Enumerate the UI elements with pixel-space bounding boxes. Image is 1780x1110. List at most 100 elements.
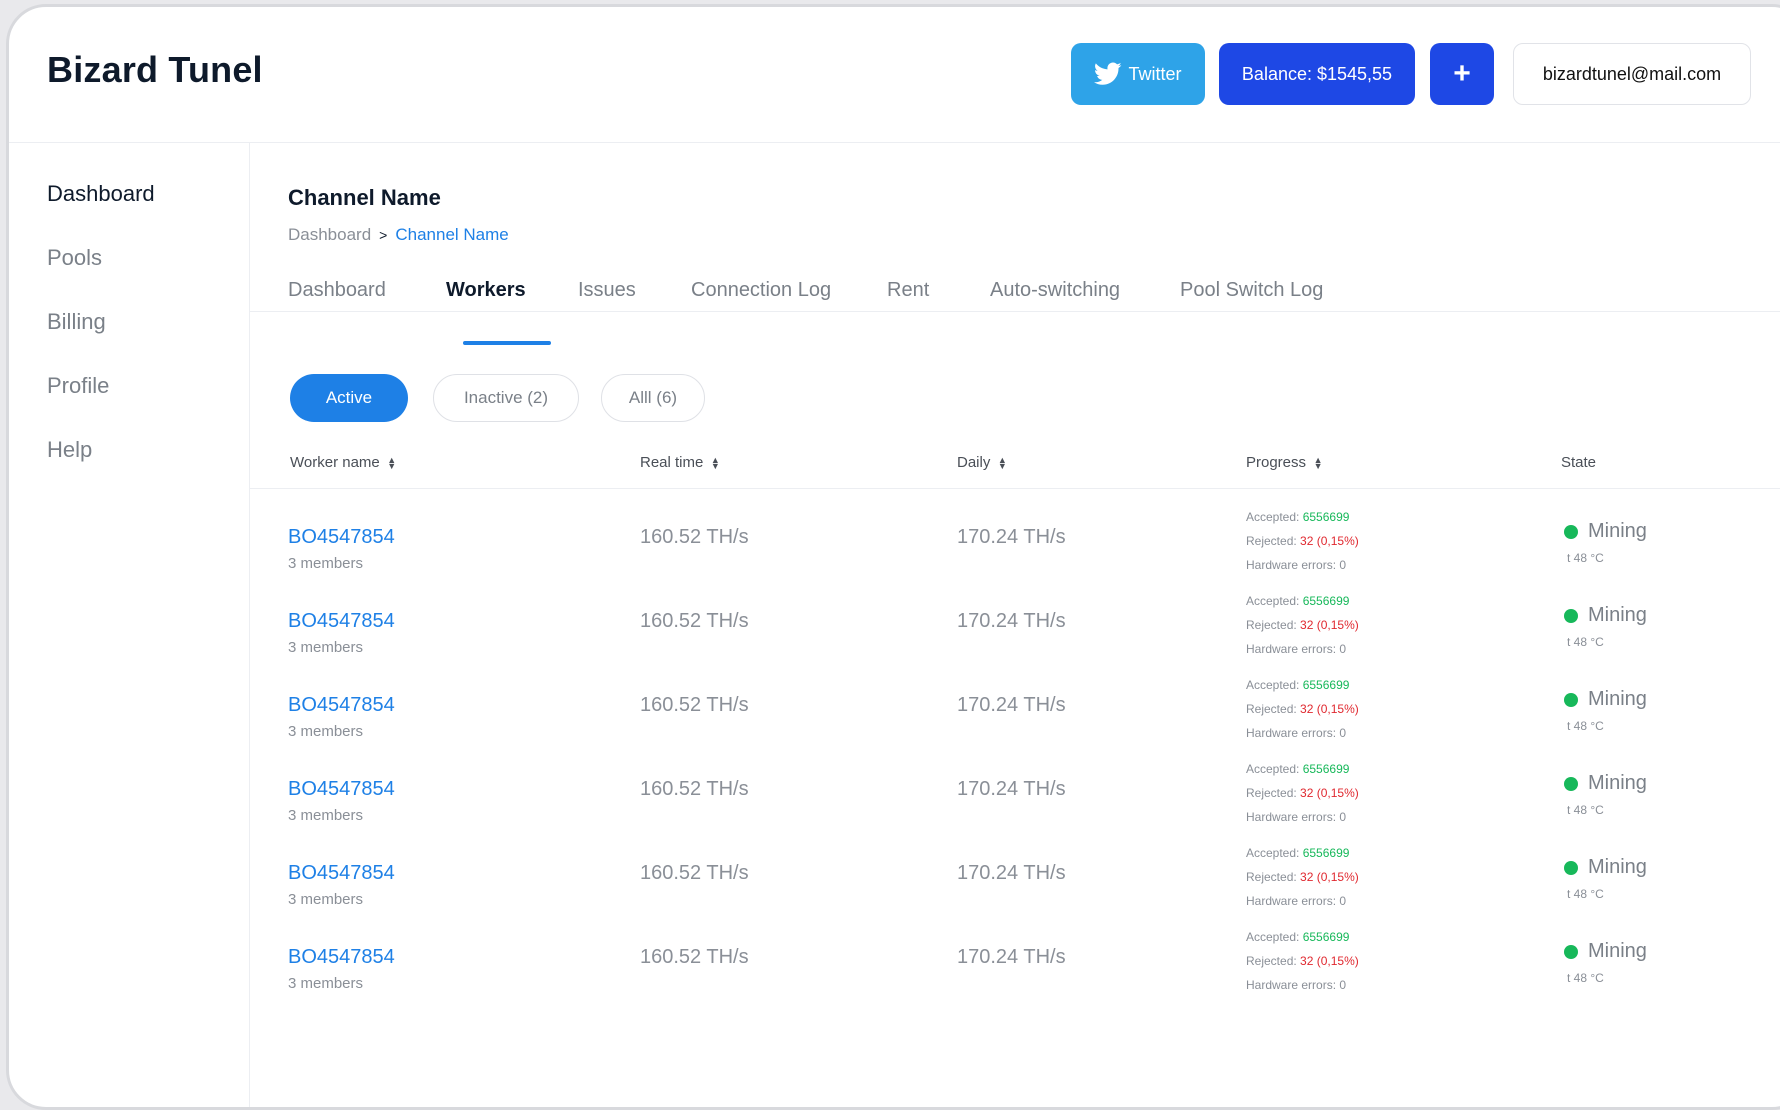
column-header-real-time[interactable]: Real time ▲ ▼ — [640, 454, 720, 471]
daily-hashrate: 170.24 TH/s — [957, 610, 1066, 632]
accepted-label: Accepted: — [1246, 930, 1303, 944]
table-row: BO4547854 3 members 160.52 TH/s 170.24 T… — [250, 495, 1780, 579]
app-window: Bizard Tunel Twitter Balance: $1545,55 +… — [6, 4, 1780, 1110]
rejected-label: Rejected: — [1246, 534, 1301, 548]
column-header-progress[interactable]: Progress ▲ ▼ — [1246, 454, 1323, 471]
status-dot-icon — [1564, 776, 1578, 791]
main-content: Channel Name Dashboard > Channel Name Da… — [250, 143, 1780, 1107]
state-label: Mining — [1588, 604, 1647, 626]
worker-members: 3 members — [288, 975, 364, 992]
status-dot-icon — [1564, 608, 1578, 623]
table-row: BO4547854 3 members 160.52 TH/s 170.24 T… — [250, 579, 1780, 663]
sidebar-item-dashboard[interactable]: Dashboard — [47, 181, 155, 207]
progress-stats: Accepted: 6556699 Rejected: 32 (0,15%) H… — [1246, 841, 1359, 913]
worker-state: Mining — [1564, 520, 1647, 543]
hardware-errors: Hardware errors: 0 — [1246, 726, 1347, 740]
worker-temperature: t 48 °C — [1567, 719, 1604, 733]
table-row: BO4547854 3 members 160.52 TH/s 170.24 T… — [250, 747, 1780, 831]
progress-stats: Accepted: 6556699 Rejected: 32 (0,15%) H… — [1246, 673, 1359, 745]
breadcrumb-root[interactable]: Dashboard — [288, 225, 371, 245]
worker-name-link[interactable]: BO4547854 — [288, 610, 395, 633]
rejected-value: 32 (0,15%) — [1300, 702, 1359, 716]
filter-inactive-button[interactable]: Inactive (2) — [433, 374, 579, 422]
state-label: Mining — [1588, 940, 1647, 962]
sidebar-item-help[interactable]: Help — [47, 437, 92, 463]
accepted-label: Accepted: — [1246, 762, 1303, 776]
worker-temperature: t 48 °C — [1567, 803, 1604, 817]
twitter-bird-icon — [1094, 62, 1123, 85]
progress-stats: Accepted: 6556699 Rejected: 32 (0,15%) H… — [1246, 589, 1359, 661]
rejected-value: 32 (0,15%) — [1300, 786, 1359, 800]
column-header-label: Real time — [640, 454, 704, 471]
rejected-label: Rejected: — [1246, 954, 1301, 968]
column-header-label: State — [1561, 454, 1597, 471]
status-dot-icon — [1564, 944, 1578, 959]
accepted-label: Accepted: — [1246, 846, 1303, 860]
sort-icon[interactable]: ▲ ▼ — [710, 455, 720, 470]
daily-hashrate: 170.24 TH/s — [957, 694, 1066, 716]
sort-icon[interactable]: ▲ ▼ — [1313, 455, 1323, 470]
account-email-button[interactable]: bizardtunel@mail.com — [1513, 43, 1751, 105]
tab-issues[interactable]: Issues — [578, 279, 636, 302]
filter-active-button[interactable]: Active — [290, 374, 408, 422]
app-logo: Bizard Tunel — [47, 49, 263, 90]
worker-members: 3 members — [288, 639, 364, 656]
daily-hashrate: 170.24 TH/s — [957, 946, 1066, 968]
breadcrumb: Dashboard > Channel Name — [288, 225, 509, 245]
sort-icon[interactable]: ▲ ▼ — [997, 455, 1007, 470]
accepted-value: 6556699 — [1302, 930, 1350, 944]
breadcrumb-current[interactable]: Channel Name — [395, 225, 508, 245]
hardware-errors: Hardware errors: 0 — [1246, 978, 1347, 992]
worker-state: Mining — [1564, 772, 1647, 795]
hardware-errors: Hardware errors: 0 — [1246, 810, 1347, 824]
sort-icon[interactable]: ▲ ▼ — [387, 455, 397, 470]
state-label: Mining — [1588, 856, 1647, 878]
tab-pool-switch-log[interactable]: Pool Switch Log — [1180, 279, 1323, 302]
column-header-daily[interactable]: Daily ▲ ▼ — [957, 454, 1007, 471]
worker-temperature: t 48 °C — [1567, 635, 1604, 649]
worker-temperature: t 48 °C — [1567, 551, 1604, 565]
tab-workers[interactable]: Workers — [446, 279, 526, 302]
realtime-hashrate: 160.52 TH/s — [640, 778, 749, 800]
state-label: Mining — [1588, 688, 1647, 710]
worker-name-link[interactable]: BO4547854 — [288, 862, 395, 885]
progress-stats: Accepted: 6556699 Rejected: 32 (0,15%) H… — [1246, 925, 1359, 997]
active-tab-indicator — [463, 341, 551, 345]
tab-dashboard[interactable]: Dashboard — [288, 279, 386, 302]
worker-name-link[interactable]: BO4547854 — [288, 946, 395, 969]
twitter-label: Twitter — [1128, 63, 1182, 84]
column-header-worker-name[interactable]: Worker name ▲ ▼ — [290, 454, 397, 471]
tab-auto-switching[interactable]: Auto-switching — [990, 279, 1120, 302]
worker-name-link[interactable]: BO4547854 — [288, 694, 395, 717]
daily-hashrate: 170.24 TH/s — [957, 526, 1066, 548]
twitter-button[interactable]: Twitter — [1071, 43, 1205, 105]
tab-connection-log[interactable]: Connection Log — [691, 279, 831, 302]
sidebar-item-profile[interactable]: Profile — [47, 373, 109, 399]
worker-members: 3 members — [288, 723, 364, 740]
worker-name-link[interactable]: BO4547854 — [288, 778, 395, 801]
progress-stats: Accepted: 6556699 Rejected: 32 (0,15%) H… — [1246, 757, 1359, 829]
rejected-value: 32 (0,15%) — [1300, 618, 1359, 632]
tab-bar: Dashboard Workers Issues Connection Log … — [250, 249, 1780, 312]
worker-temperature: t 48 °C — [1567, 887, 1604, 901]
sidebar-item-pools[interactable]: Pools — [47, 245, 102, 271]
state-label: Mining — [1588, 520, 1647, 542]
rejected-label: Rejected: — [1246, 618, 1301, 632]
rejected-value: 32 (0,15%) — [1300, 954, 1359, 968]
accepted-value: 6556699 — [1302, 846, 1350, 860]
state-label: Mining — [1588, 772, 1647, 794]
table-header-divider — [250, 488, 1780, 489]
accepted-label: Accepted: — [1246, 510, 1303, 524]
sidebar-item-billing[interactable]: Billing — [47, 309, 106, 335]
hardware-errors: Hardware errors: 0 — [1246, 894, 1347, 908]
balance-button[interactable]: Balance: $1545,55 — [1219, 43, 1415, 105]
worker-name-link[interactable]: BO4547854 — [288, 526, 395, 549]
column-header-label: Progress — [1246, 454, 1307, 471]
realtime-hashrate: 160.52 TH/s — [640, 862, 749, 884]
worker-state: Mining — [1564, 940, 1647, 963]
rejected-label: Rejected: — [1246, 870, 1301, 884]
add-button[interactable]: + — [1430, 43, 1494, 105]
filter-all-button[interactable]: Alll (6) — [601, 374, 705, 422]
tab-rent[interactable]: Rent — [887, 279, 929, 302]
accepted-label: Accepted: — [1246, 678, 1303, 692]
